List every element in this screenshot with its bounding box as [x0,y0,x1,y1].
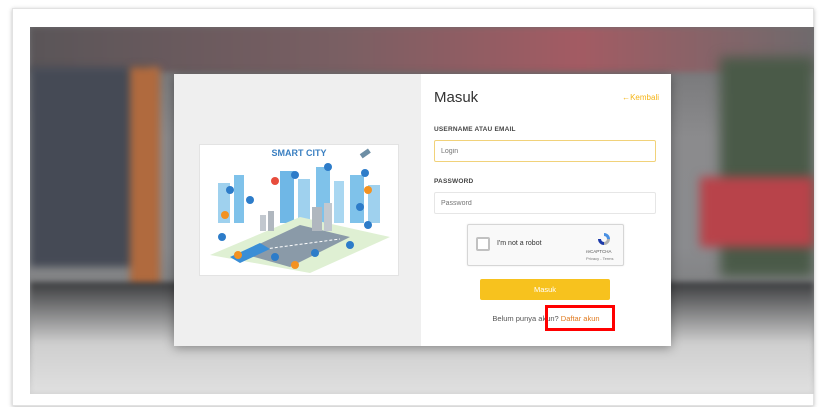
back-link[interactable]: ←Kembali [622,93,659,102]
background-car [700,177,814,247]
recaptcha-widget: I'm not a robot reCAPTCHA Privacy - Term… [467,224,624,266]
recaptcha-brand: reCAPTCHA [586,249,612,254]
recaptcha-checkbox[interactable] [476,237,490,251]
password-input[interactable] [434,192,656,214]
page-title: Masuk [434,89,479,106]
recaptcha-links[interactable]: Privacy - Terms [586,256,613,261]
background-roof [30,27,814,72]
recaptcha-label: I'm not a robot [497,240,542,247]
password-label: PASSWORD [434,178,474,185]
recaptcha-icon [598,233,610,245]
illustration-title: SMART CITY [271,148,327,158]
illustration-panel: SMART CITY [174,74,421,346]
background-pillar [130,67,160,307]
smart-city-illustration: SMART CITY [199,144,399,276]
username-label: USERNAME ATAU EMAIL [434,126,516,133]
city-graphic [210,148,390,273]
submit-button[interactable]: Masuk [480,279,610,300]
highlight-annotation [545,305,615,331]
username-input[interactable] [434,140,656,162]
